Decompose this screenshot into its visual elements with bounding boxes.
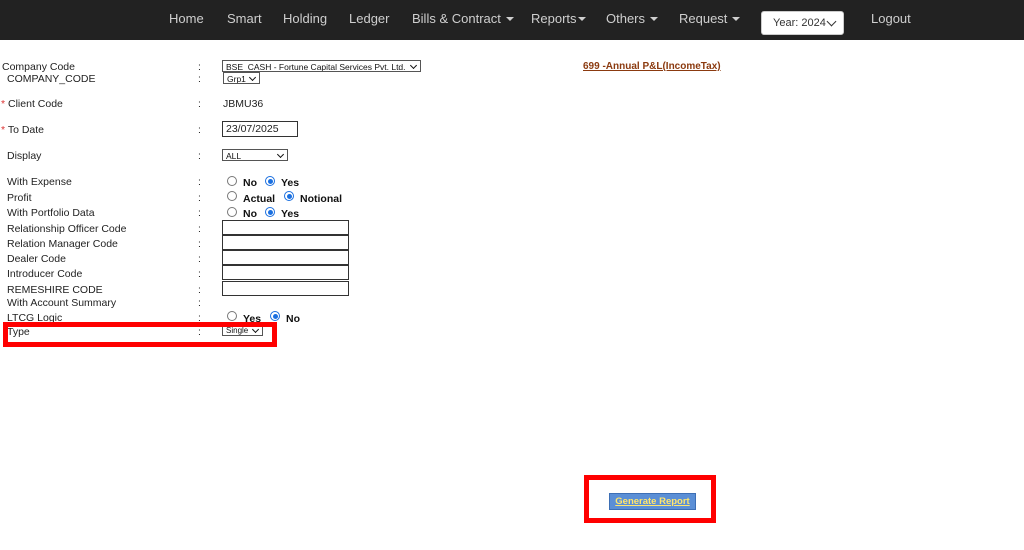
company-code2-label: COMPANY_CODE	[7, 73, 96, 85]
year-select-value: Year: 2024	[773, 17, 826, 29]
portfolio-label: With Portfolio Data	[7, 207, 95, 219]
company-code-select[interactable]: BSE_CASH - Fortune Capital Services Pvt.…	[222, 60, 421, 72]
colon: :	[198, 223, 201, 235]
ro-code-label: Relationship Officer Code	[7, 223, 127, 235]
portfolio-no-radio[interactable]	[227, 207, 237, 217]
to-date-label-text: To Date	[7, 124, 45, 136]
nav-ledger[interactable]: Ledger	[349, 11, 389, 26]
type-select[interactable]: Single	[222, 325, 263, 336]
nav-home[interactable]: Home	[169, 11, 204, 26]
portfolio-no-label: No	[243, 208, 257, 220]
colon: :	[198, 73, 201, 85]
ltcg-no-label: No	[286, 313, 300, 325]
profit-notional-label: Notional	[300, 193, 342, 205]
colon: :	[198, 253, 201, 265]
caret-down-icon	[505, 16, 514, 21]
top-navbar: Home Smart Holding Ledger Bills & Contra…	[0, 0, 1024, 40]
ltcg-no-radio[interactable]	[270, 311, 280, 321]
company-code-select-value: BSE_CASH - Fortune Capital Services Pvt.…	[226, 62, 406, 72]
nav-request[interactable]: Request	[679, 11, 741, 26]
to-date-input[interactable]: 23/07/2025	[222, 121, 298, 137]
portfolio-yes-label: Yes	[281, 208, 300, 220]
nav-others-label: Others	[606, 11, 646, 26]
colon: :	[198, 207, 201, 219]
colon: :	[198, 98, 201, 110]
chevron-down-icon	[251, 326, 260, 334]
colon: :	[198, 192, 201, 204]
year-select[interactable]: Year: 2024	[761, 11, 844, 35]
colon: :	[198, 176, 201, 188]
nav-reports-label: Reports	[531, 11, 577, 26]
with-expense-yes-radio[interactable]	[265, 176, 275, 186]
profit-notional-radio[interactable]	[284, 191, 294, 201]
nav-reports[interactable]: Reports	[531, 11, 586, 26]
dealer-code-label: Dealer Code	[7, 253, 66, 265]
colon: :	[198, 150, 201, 162]
ltcg-label: LTCG Logic	[7, 312, 63, 324]
nav-bills-label: Bills & Contract	[412, 11, 501, 26]
nav-logout[interactable]: Logout	[871, 11, 911, 26]
client-code-label-text: Client Code	[8, 98, 63, 110]
with-expense-no-radio[interactable]	[227, 176, 237, 186]
required-marker: *	[1, 98, 6, 110]
colon: :	[198, 312, 201, 324]
chevron-down-icon	[276, 150, 285, 159]
display-select[interactable]: ALL	[222, 149, 288, 161]
account-summary-label: With Account Summary	[7, 297, 117, 309]
nav-smart[interactable]: Smart	[227, 11, 262, 26]
caret-down-icon	[732, 16, 741, 21]
remeshire-code-input[interactable]	[222, 281, 349, 296]
with-expense-label: With Expense	[7, 176, 72, 188]
ltcg-yes-label: Yes	[243, 313, 262, 325]
colon: :	[198, 284, 201, 296]
to-date-label: * To Date	[1, 124, 44, 136]
colon: :	[198, 238, 201, 250]
display-label: Display	[7, 150, 42, 162]
profit-label: Profit	[7, 192, 32, 204]
company-code2-select-value: Grp1	[227, 74, 246, 84]
caret-down-icon	[577, 16, 586, 21]
profit-actual-label: Actual	[243, 193, 276, 205]
client-code-label: * Client Code	[1, 98, 63, 110]
chevron-down-icon	[826, 16, 837, 27]
chevron-down-icon	[409, 61, 418, 70]
dealer-code-input[interactable]	[222, 250, 349, 265]
ro-code-input[interactable]	[222, 220, 349, 235]
with-expense-yes-label: Yes	[281, 177, 300, 189]
colon: :	[198, 326, 201, 338]
colon: :	[198, 124, 201, 136]
colon: :	[198, 297, 201, 309]
company-code-label: Company Code	[2, 61, 75, 73]
with-expense-no-label: No	[243, 177, 257, 189]
type-label: Type	[7, 326, 30, 338]
type-select-value: Single	[226, 326, 249, 335]
required-marker: *	[1, 124, 6, 136]
display-select-value: ALL	[226, 151, 242, 161]
introducer-code-label: Introducer Code	[7, 268, 83, 280]
remeshire-code-label: REMESHIRE CODE	[7, 284, 103, 296]
rm-code-label: Relation Manager Code	[7, 238, 118, 250]
nav-others[interactable]: Others	[606, 11, 659, 26]
portfolio-yes-radio[interactable]	[265, 207, 275, 217]
caret-down-icon	[650, 16, 659, 21]
company-code2-select[interactable]: Grp1	[223, 72, 260, 84]
colon: :	[198, 61, 201, 73]
generate-report-button[interactable]: Generate Report	[609, 493, 696, 510]
ltcg-yes-radio[interactable]	[227, 311, 237, 321]
client-code-value: JBMU36	[223, 98, 264, 110]
profit-actual-radio[interactable]	[227, 191, 237, 201]
nav-bills-contract[interactable]: Bills & Contract	[412, 11, 514, 26]
nav-request-label: Request	[679, 11, 728, 26]
introducer-code-input[interactable]	[222, 265, 349, 280]
rm-code-input[interactable]	[222, 235, 349, 250]
nav-holding[interactable]: Holding	[283, 11, 327, 26]
chevron-down-icon	[248, 73, 257, 82]
colon: :	[198, 268, 201, 280]
report-title-link[interactable]: 699 -Annual P&L(IncomeTax)	[583, 61, 721, 72]
